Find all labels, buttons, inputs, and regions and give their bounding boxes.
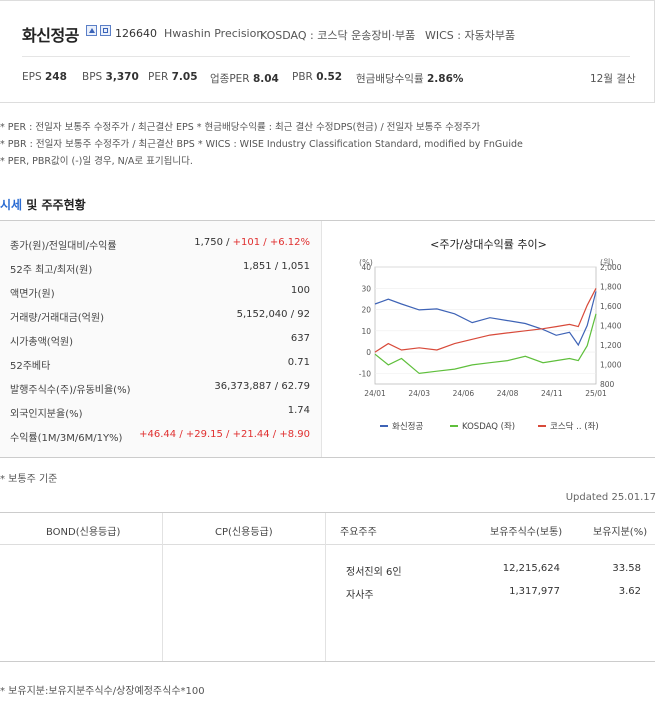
metric-dividend-yield: 현금배당수익률 2.86% [356,73,464,85]
footer-note: * 보유지분:보유지분주식수/상장예정주식수*100 [0,686,205,697]
note-per: * PER : 전일자 보통주 수정주가 / 최근결산 EPS * 현금배당수익… [0,122,481,133]
section-title: 시세 및 주주현황 [0,198,86,212]
y-left-tick: 0 [366,348,371,357]
quote-row: 시가총액(억원) 637 [10,333,310,348]
chart-icon[interactable] [86,25,97,36]
x-tick: 24/01 [364,389,386,398]
bond-header: BOND(신용등급) [46,527,121,538]
chart-title: <주가/상대수익률 추이> [430,238,547,251]
y-right-tick: 1,600 [600,302,622,311]
quote-row: 외국인지분율(%) 1.74 [10,405,310,420]
common-stock-note: * 보통주 기준 [0,474,58,485]
holder-shares: 12,215,624 [502,563,560,574]
quote-row: 52주베타 0.71 [10,357,310,372]
quote-row: 액면가(원) 100 [10,285,310,300]
company-header: 화신정공 126640 Hwashin Precision KOSDAQ : 코… [0,0,655,103]
shares-header: 보유주식수(보통) [490,527,563,538]
updated-date: Updated 25.01.17 [565,492,656,503]
holder-ratio: 33.58 [612,563,641,574]
metric-bps: BPS 3,370 [82,71,139,83]
english-name: Hwashin Precision [164,27,264,40]
note-negative: * PER, PBR값이 (-)일 경우, N/A로 표기됩니다. [0,156,193,167]
holder-name: 정서진외 6인 [346,567,402,578]
quote-table: 종가(원)/전일대비/수익률 1,750 / +101 / +6.12% 52주… [0,220,655,458]
column-divider [162,513,163,661]
price-chart: (%) (원)403020100-102,0001,8001,6001,4001,… [359,258,622,432]
y-right-tick: 800 [600,380,615,389]
document-icon[interactable] [100,25,111,36]
y-right-tick: 1,200 [600,341,622,350]
quote-row: 52주 최고/최저(원) 1,851 / 1,051 [10,261,310,276]
ratio-header: 보유지분(%) [593,527,648,538]
quote-row: 종가(원)/전일대비/수익률 1,750 / +101 / +6.12% [10,237,310,252]
holder-name: 자사주 [346,590,374,601]
shareholder-table: BOND(신용등급) CP(신용등급) 주요주주 보유주식수(보통) 보유지분(… [0,512,655,662]
holder-header: 주요주주 [340,527,377,538]
cp-header: CP(신용등급) [215,527,273,538]
legend-label: 화신정공 [392,421,423,432]
metric-eps: EPS 248 [22,71,67,83]
holder-ratio: 3.62 [618,586,641,597]
y-left-tick: -10 [359,369,371,378]
y-left-tick: 20 [361,306,371,315]
header-divider [22,56,630,57]
x-tick: 24/11 [541,389,563,398]
y-left-tick: 10 [361,327,371,336]
column-divider [325,513,326,661]
x-tick: 24/08 [497,389,519,398]
y-right-tick: 1,800 [600,283,622,292]
note-pbr: * PBR : 전일자 보통주 수정주가 / 최근결산 BPS * WICS :… [0,139,523,150]
quote-row: 수익률(1M/3M/6M/1Y%) +46.44 / +29.15 / +21.… [10,429,310,444]
metric-pbr: PBR 0.52 [292,71,343,83]
quote-summary: 종가(원)/전일대비/수익률 1,750 / +101 / +6.12% 52주… [0,221,322,457]
y-right-tick: 1,000 [600,361,622,370]
stock-code: 126640 [115,27,157,40]
legend-label: 코스닥 .. (좌) [550,421,599,432]
legend-label: KOSDAQ (좌) [462,422,515,432]
y-left-tick: 40 [361,263,371,272]
x-tick: 24/06 [453,389,475,398]
x-tick: 25/01 [585,389,607,398]
y-left-tick: 30 [361,284,371,293]
quote-row: 발행주식수(주)/유동비율(%) 36,373,887 / 62.79 [10,381,310,396]
quote-row: 거래량/거래대금(억원) 5,152,040 / 92 [10,309,310,324]
x-tick: 24/03 [408,389,430,398]
y-right-tick: 2,000 [600,263,622,272]
y-right-tick: 1,400 [600,322,622,331]
market-category: KOSDAQ : 코스닥 운송장비·부품 [260,29,416,42]
fiscal-month: 12월 결산 [590,73,636,85]
holder-shares: 1,317,977 [509,586,560,597]
wics-category: WICS : 자동차부품 [425,29,516,42]
company-name: 화신정공 [22,26,79,45]
metric-per: PER 7.05 [148,71,198,83]
metric-industry-per: 업종PER 8.04 [210,73,279,85]
